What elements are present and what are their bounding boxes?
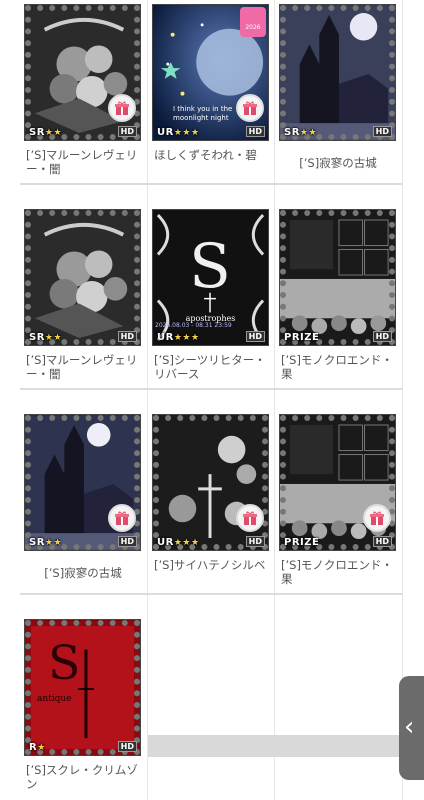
card-name: [’S]マルーンレヴェリー・闇 xyxy=(26,148,138,176)
rarity-label: UR★★★ xyxy=(157,537,200,548)
rarity-label: R★ xyxy=(29,742,46,753)
item-grid: SR★★ HD [’S]マルーンレヴェリー・闇 2026 I think you… xyxy=(0,0,424,800)
card-thumbnail[interactable]: SR★★ HD xyxy=(279,4,396,141)
column-divider xyxy=(147,0,148,800)
rarity-label: PRIZE xyxy=(284,332,320,343)
hd-badge: HD xyxy=(245,126,265,137)
hd-badge: HD xyxy=(117,536,137,547)
card-art: S xyxy=(25,620,140,755)
card-thumbnail[interactable]: SR★★ HD xyxy=(24,4,141,141)
svg-text:S: S xyxy=(48,636,80,691)
hd-badge: HD xyxy=(245,331,265,342)
card-thumbnail[interactable]: S apostrophes 2026.08.03 - 08.31 23:59 U… xyxy=(152,209,269,346)
card-thumbnail[interactable]: PRIZE HD xyxy=(279,414,396,551)
card-name: [’S]サイハテノシルベ xyxy=(154,558,266,572)
card-name: [’S]マルーンレヴェリー・闇 xyxy=(26,353,138,381)
card-name: [’S]寂寥の古城 xyxy=(299,156,377,170)
side-drawer-handle[interactable]: ‹ xyxy=(399,676,424,780)
card-art xyxy=(280,5,395,140)
card-thumbnail[interactable]: SR★★ HD xyxy=(24,209,141,346)
svg-text:S: S xyxy=(189,231,231,302)
card-name: ほしくずそわれ・碧 xyxy=(154,148,257,162)
rarity-label: SR★★ xyxy=(29,332,63,343)
card-name: [’S]モノクロエンド・果 xyxy=(281,558,393,586)
row-divider xyxy=(20,388,402,390)
gift-icon[interactable] xyxy=(108,504,136,532)
hd-badge: HD xyxy=(245,536,265,547)
hd-badge: HD xyxy=(372,126,392,137)
hd-badge: HD xyxy=(117,331,137,342)
card-name: [’S]シーツリヒター・リバース xyxy=(154,353,266,381)
card-thumbnail[interactable]: PRIZE HD xyxy=(279,209,396,346)
gift-icon[interactable] xyxy=(363,504,391,532)
card-name: [’S]スクレ・クリムゾン xyxy=(26,763,138,791)
card-thumbnail[interactable]: SR★★ HD xyxy=(24,414,141,551)
gift-icon[interactable] xyxy=(236,504,264,532)
card-thumbnail[interactable]: UR★★★ HD xyxy=(152,414,269,551)
rarity-label: SR★★ xyxy=(29,537,63,548)
card-thumbnail[interactable]: 2026 I think you in the moonlight night … xyxy=(152,4,269,141)
card-art xyxy=(280,210,395,345)
chevron-left-icon: ‹ xyxy=(404,712,415,742)
hd-badge: HD xyxy=(117,126,137,137)
rarity-label: UR★★★ xyxy=(157,127,200,138)
row-divider xyxy=(20,183,402,185)
rarity-label: UR★★★ xyxy=(157,332,200,343)
empty-slot-band xyxy=(148,735,402,757)
card-thumbnail[interactable]: S antique R★ HD xyxy=(24,619,141,756)
gift-icon[interactable] xyxy=(108,94,136,122)
gift-icon[interactable] xyxy=(236,94,264,122)
hd-badge: HD xyxy=(372,536,392,547)
column-divider xyxy=(274,0,275,800)
hd-badge: HD xyxy=(372,331,392,342)
hd-badge: HD xyxy=(117,741,137,752)
row-divider xyxy=(20,593,402,595)
event-date: 2026.08.03 - 08.31 23:59 xyxy=(155,322,232,329)
event-badge: 2026 xyxy=(240,7,266,37)
card-name: [’S]寂寥の古城 xyxy=(44,566,122,580)
card-name: [’S]モノクロエンド・果 xyxy=(281,353,393,381)
rarity-label: PRIZE xyxy=(284,537,320,548)
card-overlay-text: antique xyxy=(37,694,72,704)
rarity-label: SR★★ xyxy=(284,127,318,138)
rarity-label: SR★★ xyxy=(29,127,63,138)
card-art xyxy=(25,210,140,345)
